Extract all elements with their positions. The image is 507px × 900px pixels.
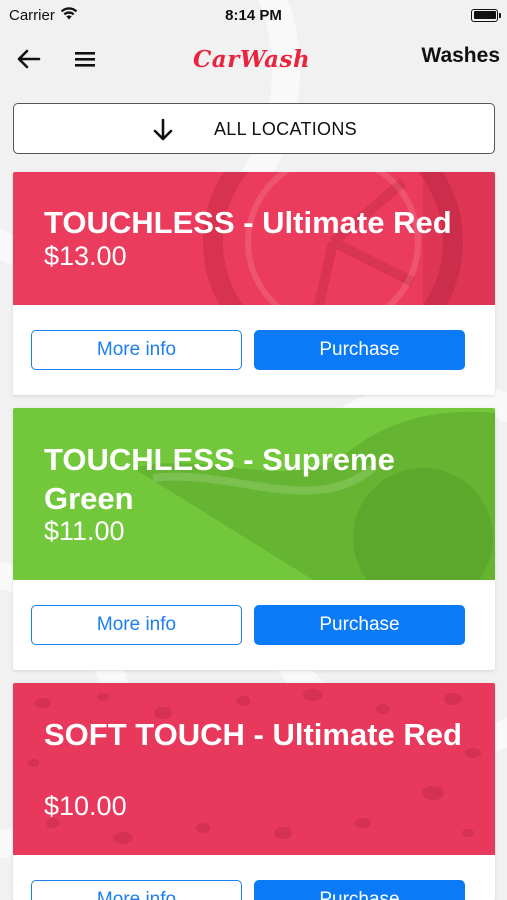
arrow-left-icon[interactable]: [15, 45, 43, 73]
more-info-button[interactable]: More info: [31, 880, 242, 900]
wash-card-banner: SOFT TOUCH - Ultimate Red $10.00: [13, 683, 495, 855]
wash-card: TOUCHLESS - Supreme Green $11.00 More in…: [13, 408, 495, 670]
more-info-button[interactable]: More info: [31, 330, 242, 370]
carwash-logo: CarWash: [193, 46, 311, 73]
page-title: Washes: [421, 44, 500, 67]
status-time: 8:14 PM: [225, 6, 282, 24]
status-bar: Carrier 8:14 PM: [0, 0, 507, 30]
location-label: ALL LOCATIONS: [214, 119, 357, 139]
location-selector[interactable]: ALL LOCATIONS: [13, 103, 495, 154]
wash-price: $10.00: [44, 791, 127, 821]
wash-title: SOFT TOUCH - Ultimate Red: [44, 717, 462, 752]
wash-card-banner: TOUCHLESS - Supreme Green $11.00: [13, 408, 495, 580]
purchase-button[interactable]: Purchase: [254, 880, 465, 900]
wash-title: TOUCHLESS - Ultimate Red: [44, 205, 452, 240]
water-drops-image: [27, 689, 481, 844]
wash-card-banner: TOUCHLESS - Ultimate Red $13.00: [13, 172, 495, 305]
purchase-button[interactable]: Purchase: [254, 605, 465, 645]
purchase-button[interactable]: Purchase: [254, 330, 465, 370]
wash-card: SOFT TOUCH - Ultimate Red $10.00 More in…: [13, 683, 495, 900]
navigation-bar: CarWash Washes: [0, 30, 507, 88]
arrow-down-icon: [151, 117, 175, 143]
wash-title: TOUCHLESS - Supreme Green: [44, 442, 395, 516]
wash-price: $11.00: [44, 516, 125, 546]
more-info-button[interactable]: More info: [31, 605, 242, 645]
wash-price: $13.00: [44, 241, 127, 271]
battery-icon: [471, 8, 501, 22]
wash-card: TOUCHLESS - Ultimate Red $13.00 More inf…: [13, 172, 495, 395]
hamburger-menu-icon[interactable]: [71, 45, 99, 73]
